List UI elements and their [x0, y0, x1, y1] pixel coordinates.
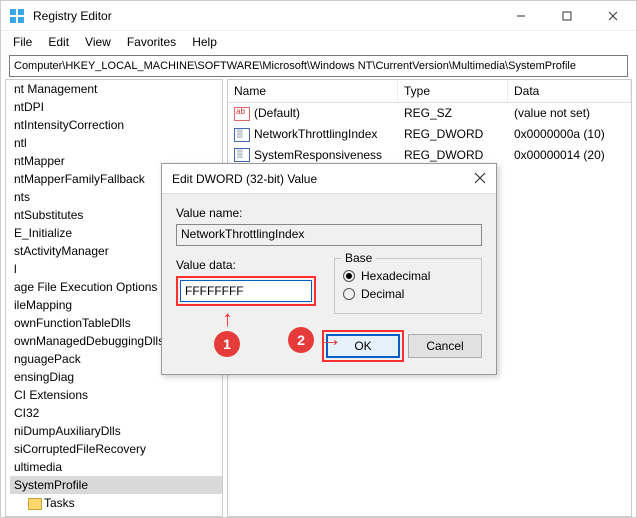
value-icon: [234, 107, 250, 121]
radio-dot-icon: [343, 270, 355, 282]
col-data[interactable]: Data: [508, 80, 631, 102]
tree-item[interactable]: CI32: [10, 404, 222, 422]
list-header: Name Type Data: [228, 80, 631, 103]
folder-icon: [28, 498, 42, 510]
annotation-arrow-right-icon: →: [320, 326, 342, 352]
address-bar[interactable]: Computer\HKEY_LOCAL_MACHINE\SOFTWARE\Mic…: [9, 55, 628, 77]
value-icon: [234, 128, 250, 142]
maximize-button[interactable]: [544, 1, 590, 31]
radio-dot-icon: [343, 288, 355, 300]
value-data-input[interactable]: [180, 280, 312, 302]
cancel-button[interactable]: Cancel: [408, 334, 482, 358]
value-icon: [234, 148, 250, 162]
titlebar: Registry Editor: [1, 1, 636, 31]
regedit-icon: [9, 8, 25, 24]
menu-favorites[interactable]: Favorites: [119, 33, 184, 51]
menu-view[interactable]: View: [77, 33, 119, 51]
tree-item-selected[interactable]: SystemProfile: [10, 476, 222, 494]
menu-help[interactable]: Help: [184, 33, 225, 51]
list-row[interactable]: (Default)REG_SZ(value not set): [228, 103, 631, 124]
menu-file[interactable]: File: [5, 33, 40, 51]
tree-item[interactable]: Tasks: [10, 494, 222, 512]
minimize-button[interactable]: [498, 1, 544, 31]
tree-item[interactable]: siCorruptedFileRecovery: [10, 440, 222, 458]
list-row[interactable]: NetworkThrottlingIndexREG_DWORD0x0000000…: [228, 124, 631, 145]
tree-item[interactable]: ntl: [10, 134, 222, 152]
tree-item[interactable]: nt Management: [10, 80, 222, 98]
annotation-badge-1: 1: [214, 331, 240, 357]
value-name-field: NetworkThrottlingIndex: [176, 224, 482, 246]
window-title: Registry Editor: [33, 9, 112, 23]
tree-item[interactable]: ultimedia: [10, 458, 222, 476]
radio-hexadecimal[interactable]: Hexadecimal: [343, 269, 473, 283]
dialog-title: Edit DWORD (32-bit) Value: [172, 172, 317, 186]
annotation-arrow-up-icon: ↑: [222, 306, 233, 332]
tree-item[interactable]: niDumpAuxiliaryDlls: [10, 422, 222, 440]
base-group: Base Hexadecimal Decimal: [334, 258, 482, 314]
col-name[interactable]: Name: [228, 80, 398, 102]
tree-item[interactable]: CI Extensions: [10, 386, 222, 404]
address-text: Computer\HKEY_LOCAL_MACHINE\SOFTWARE\Mic…: [14, 60, 576, 72]
annotation-box-1: [176, 276, 316, 306]
menubar: File Edit View Favorites Help: [1, 31, 636, 53]
dialog-close-button[interactable]: [474, 171, 486, 187]
close-button[interactable]: [590, 1, 636, 31]
annotation-badge-2: 2: [288, 327, 314, 353]
value-name-label: Value name:: [176, 206, 482, 220]
menu-edit[interactable]: Edit: [40, 33, 77, 51]
tree-item[interactable]: ntDPI: [10, 98, 222, 116]
tree-item[interactable]: ntIntensityCorrection: [10, 116, 222, 134]
base-legend: Base: [341, 251, 376, 265]
radio-decimal[interactable]: Decimal: [343, 287, 473, 301]
col-type[interactable]: Type: [398, 80, 508, 102]
value-data-label: Value data:: [176, 258, 316, 272]
